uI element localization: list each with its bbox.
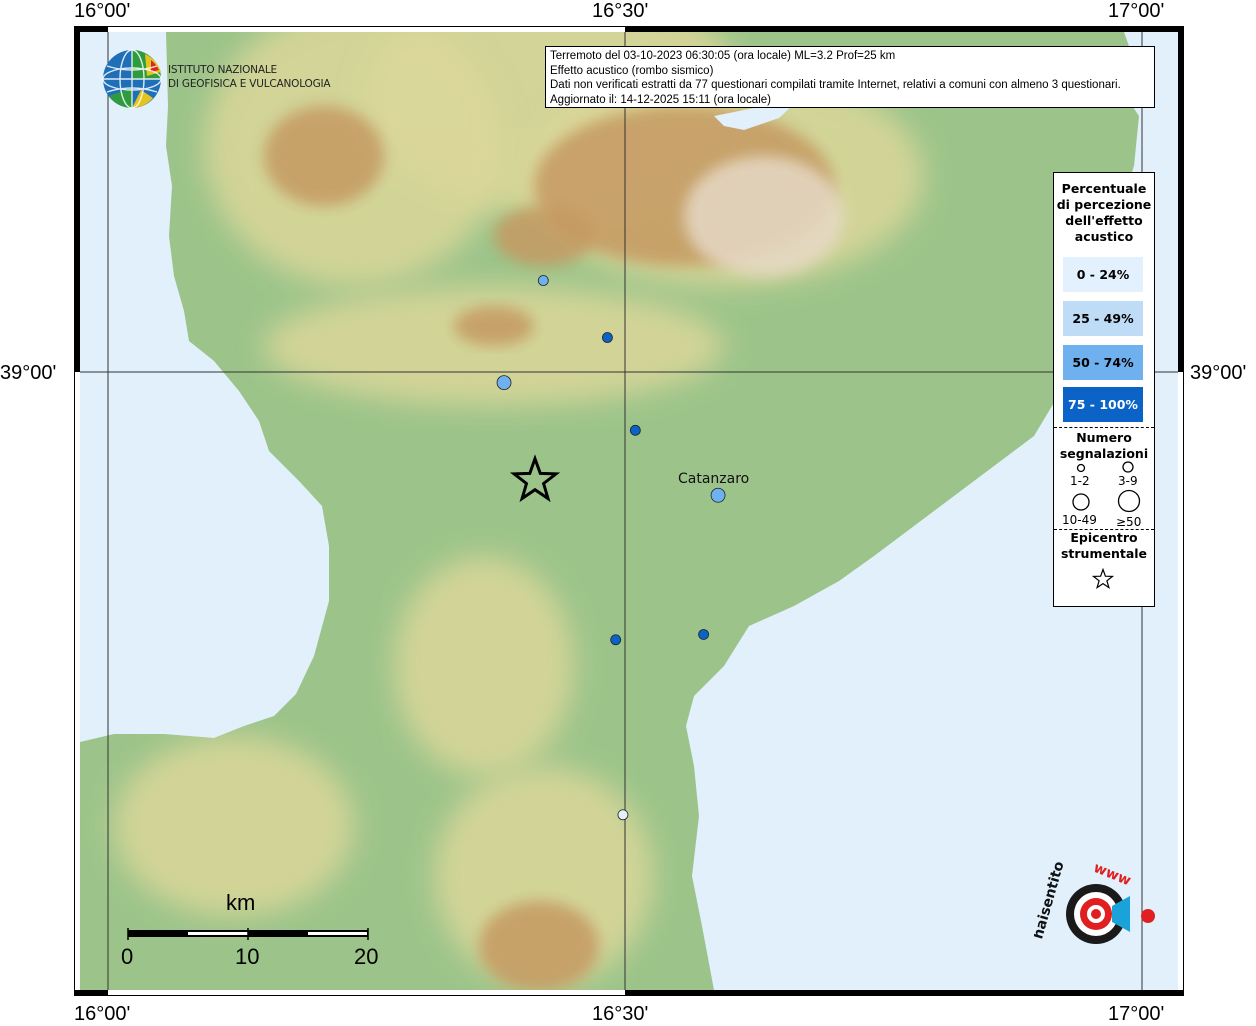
observation-point-7[interactable] bbox=[617, 809, 629, 821]
relief-blob-9 bbox=[264, 106, 384, 206]
lon-label-top-mid: 16°30' bbox=[592, 0, 649, 22]
institute-name: ISTITUTO NAZIONALE DI GEOFISICA E VULCAN… bbox=[168, 63, 331, 91]
legend: Percentuale di percezione dell'effetto a… bbox=[1053, 172, 1155, 607]
lat-label-left: 39°00' bbox=[0, 362, 57, 384]
observation-point-3[interactable] bbox=[629, 424, 641, 436]
size-symbol-2 bbox=[1122, 461, 1134, 473]
legend-title-4: acustico bbox=[1074, 229, 1134, 244]
event-effect: Effetto acustico (rombo sismico) bbox=[550, 64, 714, 77]
size-symbol-3 bbox=[1072, 493, 1090, 511]
legend-count-title-1: Numero bbox=[1076, 430, 1132, 445]
legend-count-2: 3-9 bbox=[1118, 474, 1138, 488]
legend-title-1: Percentuale bbox=[1061, 181, 1147, 196]
size-symbol-4 bbox=[1117, 489, 1141, 513]
lon-label-top-left: 16°00' bbox=[74, 0, 131, 22]
scale-tick-0: 0 bbox=[121, 944, 134, 969]
event-info-box: Terremoto del 03-10-2023 06:30:05 (ora l… bbox=[545, 46, 1155, 108]
legend-class-1: 25 - 49% bbox=[1063, 301, 1143, 336]
globe-icon bbox=[102, 49, 162, 109]
legend-separator-1 bbox=[1054, 427, 1154, 428]
legend-count-3: 10-49 bbox=[1062, 513, 1097, 527]
legend-class-2: 50 - 74% bbox=[1063, 345, 1143, 380]
legend-epicenter-title-1: Epicentro bbox=[1070, 530, 1138, 545]
lon-label-top-right: 17°00' bbox=[1108, 0, 1165, 22]
scale-unit: km bbox=[226, 890, 256, 915]
scale-tick-10: 10 bbox=[235, 944, 260, 969]
legend-class-0: 0 - 24% bbox=[1063, 257, 1143, 292]
ingv-logo bbox=[101, 48, 163, 110]
relief-map[interactable] bbox=[74, 26, 1184, 996]
lon-label-bottom-right: 17°00' bbox=[1108, 1003, 1165, 1025]
svg-text:haisentito: haisentito bbox=[1034, 862, 1068, 941]
lat-label-right: 39°00' bbox=[1190, 362, 1247, 384]
observation-point-4[interactable] bbox=[710, 487, 726, 503]
relief-blob-8 bbox=[684, 156, 844, 276]
observation-point-6[interactable] bbox=[698, 629, 709, 640]
event-data-note: Dati non verificati estratti da 77 quest… bbox=[550, 79, 1121, 91]
size-symbol-1 bbox=[1076, 463, 1086, 473]
observation-point-0[interactable] bbox=[537, 275, 549, 286]
relief-blob-10 bbox=[494, 206, 594, 266]
observation-point-2[interactable] bbox=[496, 375, 512, 391]
lon-label-bottom-mid: 16°30' bbox=[592, 1003, 649, 1025]
star-icon bbox=[1092, 568, 1114, 590]
haisentito-logo: haisentito www bbox=[1034, 862, 1155, 944]
city-label-catanzaro: Catanzaro bbox=[678, 471, 750, 487]
scale-tick-20: 20 bbox=[354, 944, 379, 969]
observation-point-1[interactable] bbox=[602, 332, 613, 343]
event-updated: Aggiornato il: 14-12-2025 15:11 (ora loc… bbox=[550, 93, 771, 106]
legend-class-3: 75 - 100% bbox=[1063, 387, 1143, 422]
legend-epicenter-title-2: strumentale bbox=[1060, 546, 1148, 561]
lon-label-bottom-left: 16°00' bbox=[74, 1003, 131, 1025]
institute-line2: DI GEOFISICA E VULCANOLOGIA bbox=[168, 78, 331, 90]
relief-blob-11 bbox=[454, 306, 534, 346]
legend-count-1: 1-2 bbox=[1070, 474, 1090, 488]
relief-blob-4 bbox=[394, 556, 574, 776]
legend-title-2: di percezione bbox=[1056, 197, 1152, 212]
relief-blob-12 bbox=[479, 901, 599, 990]
institute-line1: ISTITUTO NAZIONALE bbox=[168, 64, 277, 76]
legend-count-4: ≥50 bbox=[1116, 515, 1142, 529]
scale-bar bbox=[127, 928, 369, 940]
observation-point-5[interactable] bbox=[610, 634, 622, 646]
event-title: Terremoto del 03-10-2023 06:30:05 (ora l… bbox=[550, 50, 896, 62]
legend-title-3: dell'effetto bbox=[1065, 213, 1143, 228]
relief-blob-6 bbox=[114, 736, 354, 916]
